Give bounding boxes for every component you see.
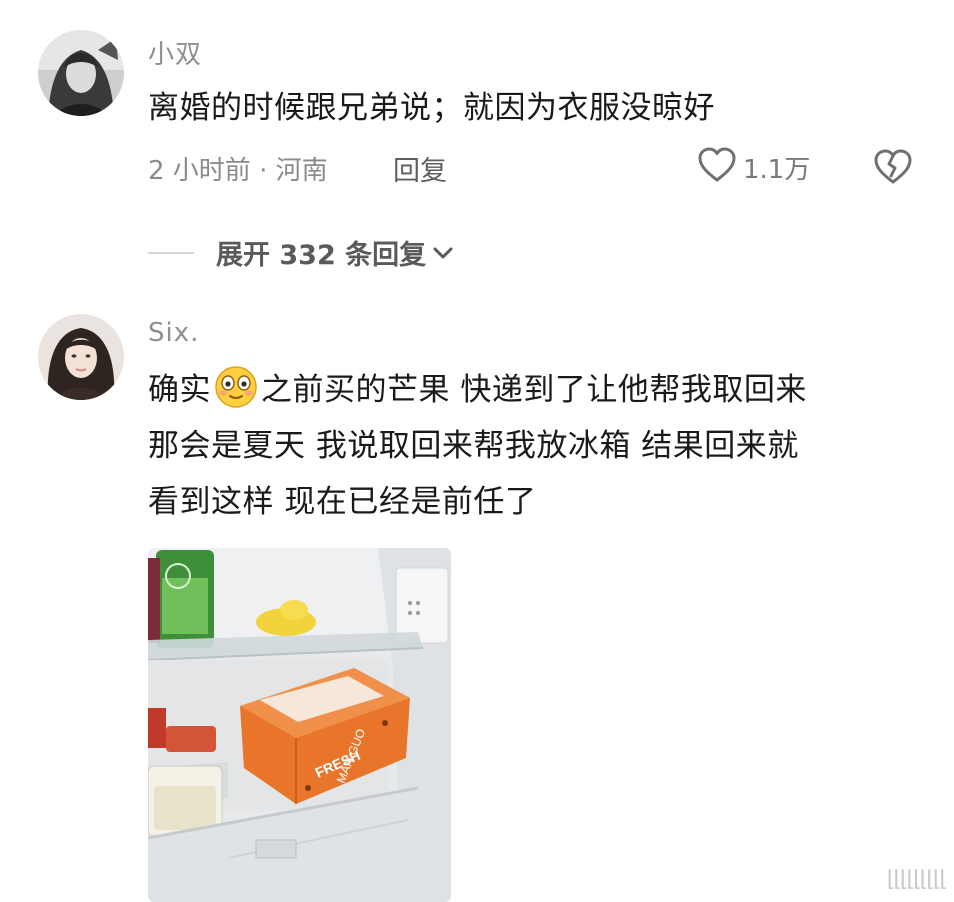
expand-replies-label: 展开 332 条回复 xyxy=(216,240,427,271)
comment-line-2: 那会是夏天 我说取回来帮我放冰箱 结果回来就 xyxy=(148,428,799,464)
comment-line-1-rest: 之前买的芒果 快递到了让他帮我取回来 xyxy=(261,372,807,408)
smiling-emoji-icon xyxy=(214,365,258,409)
comment-text-2: 确实 之前买的芒果 快递到了让他帮我取回来 那会是夏天 我说取回来帮我放冰箱 结… xyxy=(148,362,938,530)
reply-button-1[interactable]: 回复 xyxy=(393,149,447,188)
dislike-button-1[interactable] xyxy=(873,148,913,190)
avatar-user-1[interactable] xyxy=(38,30,124,116)
comment-attached-photo[interactable]: FRESH MAN GUO xyxy=(148,548,451,902)
watermark-logo: ⌊⌊⌊⌊⌊⌊⌊⌊⌊ xyxy=(886,866,948,891)
like-count-1: 1.1万 xyxy=(743,154,811,185)
expand-divider xyxy=(148,251,194,254)
comment-meta-1: 2 小时前 · 河南 xyxy=(148,156,328,186)
like-button-1[interactable]: 1.1万 xyxy=(697,146,810,188)
comment-line-3: 看到这样 现在已经是前任了 xyxy=(148,484,537,520)
username-2[interactable]: Six. xyxy=(148,318,199,348)
heart-outline-icon xyxy=(697,146,737,188)
expand-replies-button[interactable]: 展开 332 条回复 xyxy=(148,233,454,272)
comment-text-1: 离婚的时候跟兄弟说；就因为衣服没晾好 xyxy=(148,90,715,126)
chevron-down-icon xyxy=(432,246,454,260)
username-1[interactable]: 小双 xyxy=(148,34,202,71)
comment-text-start: 确实 xyxy=(148,372,211,408)
broken-heart-icon xyxy=(873,149,913,190)
avatar-user-2[interactable] xyxy=(38,314,124,400)
comment-line-1: 确实 之前买的芒果 快递到了让他帮我取回来 xyxy=(148,362,938,418)
